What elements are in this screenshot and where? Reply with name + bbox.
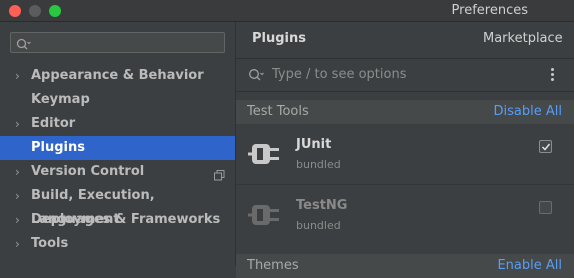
plugins-panel: Plugins Marketplace Type / to see option…	[236, 22, 574, 278]
plugin-row-junit[interactable]: JUnit bundled	[236, 124, 574, 184]
chevron-right-icon: ›	[15, 69, 20, 83]
plugin-enabled-checkbox[interactable]	[539, 140, 552, 153]
sidebar-item-editor[interactable]: › Editor	[0, 112, 235, 136]
sidebar-item-label: Keymap	[31, 92, 90, 107]
chevron-right-icon: ›	[15, 237, 20, 251]
sidebar-item-label: Editor	[31, 116, 76, 131]
plugin-enabled-checkbox[interactable]	[539, 201, 552, 214]
search-placeholder: Type / to see options	[272, 67, 407, 82]
plugin-search-input[interactable]: Type / to see options	[236, 59, 574, 92]
tab-marketplace[interactable]: Marketplace	[483, 31, 563, 46]
plugin-name: TestNG	[296, 198, 348, 213]
chevron-right-icon: ›	[15, 189, 20, 203]
chevron-right-icon: ›	[15, 117, 20, 131]
settings-sidebar: › Appearance & Behavior Keymap › Editor …	[0, 22, 236, 266]
sidebar-item-languages-frameworks[interactable]: › Languages & Frameworks	[0, 208, 235, 232]
plugins-header: Plugins Marketplace	[236, 22, 574, 59]
page-title: Plugins	[252, 31, 306, 46]
search-icon	[248, 67, 266, 86]
sidebar-item-plugins[interactable]: Plugins	[0, 136, 235, 160]
plugin-subtitle: bundled	[296, 158, 341, 171]
chevron-right-icon: ›	[15, 165, 20, 179]
chevron-right-icon: ›	[15, 213, 20, 227]
sidebar-item-appearance-behavior[interactable]: › Appearance & Behavior	[0, 64, 235, 88]
disable-all-link[interactable]: Disable All	[494, 104, 562, 119]
plugin-subtitle: bundled	[296, 219, 341, 232]
sidebar-item-version-control[interactable]: › Version Control	[0, 160, 235, 184]
window-title: Preferences	[451, 3, 528, 18]
plugin-row-testng[interactable]: TestNG bundled	[236, 184, 574, 245]
minimize-window-button[interactable]	[29, 5, 41, 17]
plug-icon	[244, 134, 284, 178]
plugin-name: JUnit	[296, 137, 332, 152]
search-icon	[16, 36, 32, 55]
sidebar-item-tools[interactable]: › Tools	[0, 232, 235, 256]
close-window-button[interactable]	[9, 5, 21, 17]
settings-search-input[interactable]	[10, 32, 225, 53]
plug-icon	[244, 195, 284, 239]
sidebar-item-label: Appearance & Behavior	[31, 68, 204, 83]
sidebar-item-label: Languages & Frameworks	[31, 212, 221, 227]
section-title: Test Tools	[247, 104, 309, 119]
section-header-test-tools: Test Tools Disable All	[236, 100, 574, 124]
sidebar-item-keymap[interactable]: Keymap	[0, 88, 235, 112]
sidebar-item-build-execution-deployment[interactable]: › Build, Execution, Deployment	[0, 184, 235, 227]
sidebar-item-label: Tools	[31, 236, 69, 251]
sidebar-item-label: Plugins	[31, 140, 85, 155]
section-header-themes: Themes Enable All	[236, 254, 574, 278]
title-bar: Preferences	[0, 0, 574, 22]
more-options-icon[interactable]	[549, 67, 555, 83]
sidebar-item-label: Version Control	[31, 164, 145, 179]
zoom-window-button[interactable]	[49, 5, 61, 17]
